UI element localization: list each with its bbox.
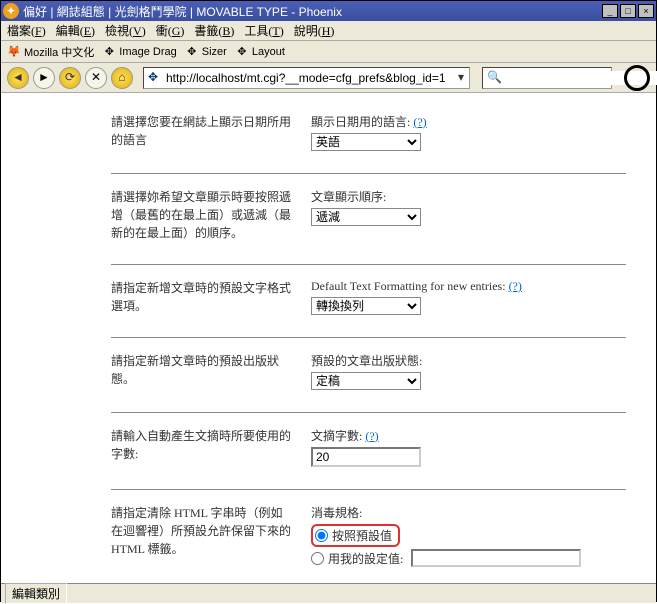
ext-imagedrag[interactable]: ✥Image Drag bbox=[102, 45, 176, 59]
url-dropdown[interactable]: ▾ bbox=[453, 70, 469, 85]
status-desc: 請指定新增文章時的預設出版狀態。 bbox=[111, 352, 311, 390]
excerpt-help[interactable]: (?) bbox=[365, 429, 378, 443]
ext-sizer[interactable]: ✥Sizer bbox=[185, 45, 227, 59]
menu-go[interactable]: 衝(G) bbox=[156, 22, 185, 39]
menu-view[interactable]: 檢視(V) bbox=[105, 22, 146, 39]
navbar: ◄ ► ⟳ ✕ ⌂ ✥ ▾ 🔍 bbox=[1, 63, 656, 93]
minimize-button[interactable]: _ bbox=[602, 4, 618, 18]
sanitize-opt1-label: 按照預設值 bbox=[332, 527, 392, 544]
app-icon: ✦ bbox=[3, 3, 19, 19]
sanitize-default-highlight: 按照預設值 bbox=[311, 524, 400, 547]
format-label: Default Text Formatting for new entries:… bbox=[311, 279, 626, 294]
sanitize-label: 消毒規格: bbox=[311, 504, 626, 521]
search-box[interactable]: 🔍 bbox=[482, 67, 612, 89]
order-label: 文章顯示順序: bbox=[311, 188, 626, 205]
sanitize-desc: 請指定清除 HTML 字串時（例如在迴響裡）所預設允許保留下來的 HTML 標籤… bbox=[111, 504, 311, 567]
sanitize-radio-default[interactable] bbox=[315, 529, 328, 542]
format-help[interactable]: (?) bbox=[509, 279, 522, 293]
extensions-toolbar: 🦊Mozilla 中文化 ✥Image Drag ✥Sizer ✥Layout bbox=[1, 41, 656, 63]
close-button[interactable]: × bbox=[638, 4, 654, 18]
stop-button[interactable]: ✕ bbox=[85, 67, 107, 89]
status-text: 編輯類別 bbox=[5, 583, 67, 604]
sanitize-radio-custom[interactable] bbox=[311, 552, 324, 565]
lang-select[interactable]: 英語 bbox=[311, 133, 421, 151]
menu-edit[interactable]: 編輯(E) bbox=[56, 22, 95, 39]
menubar: 檔案(F) 編輯(E) 檢視(V) 衝(G) 書籤(B) 工具(T) 說明(H) bbox=[1, 21, 656, 41]
sanitize-custom-input[interactable] bbox=[411, 549, 581, 567]
menu-file[interactable]: 檔案(F) bbox=[7, 22, 46, 39]
reload-button[interactable]: ⟳ bbox=[59, 67, 81, 89]
mozilla-icon: 🦊 bbox=[7, 45, 21, 59]
excerpt-label: 文摘字數: (?) bbox=[311, 427, 626, 444]
statusbar: 編輯類別 bbox=[1, 583, 656, 603]
url-input[interactable] bbox=[162, 71, 453, 85]
sizer-icon: ✥ bbox=[185, 45, 199, 59]
throbber-icon bbox=[624, 65, 650, 91]
excerpt-input[interactable] bbox=[311, 447, 421, 467]
site-icon: ✥ bbox=[144, 70, 162, 85]
menu-tools[interactable]: 工具(T) bbox=[244, 22, 283, 39]
menu-help[interactable]: 說明(H) bbox=[294, 22, 335, 39]
back-button[interactable]: ◄ bbox=[7, 67, 29, 89]
lang-desc: 請選擇您要在網誌上顯示日期所用的語言 bbox=[111, 113, 311, 151]
excerpt-desc: 請輸入自動產生文摘時所要使用的字數: bbox=[111, 427, 311, 467]
forward-button[interactable]: ► bbox=[33, 67, 55, 89]
lang-help[interactable]: (?) bbox=[413, 115, 426, 129]
order-select[interactable]: 遞減 bbox=[311, 208, 421, 226]
imagedrag-icon: ✥ bbox=[102, 45, 116, 59]
lang-label: 顯示日期用的語言: (?) bbox=[311, 113, 626, 130]
home-button[interactable]: ⌂ bbox=[111, 67, 133, 89]
content-area: 請選擇您要在網誌上顯示日期所用的語言 顯示日期用的語言: (?) 英語 請選擇妳… bbox=[1, 93, 656, 583]
format-desc: 請指定新增文章時的預設文字格式選項。 bbox=[111, 279, 311, 315]
search-icon: 🔍 bbox=[487, 70, 502, 85]
format-select[interactable]: 轉換換列 bbox=[311, 297, 421, 315]
address-bar[interactable]: ✥ ▾ bbox=[143, 67, 470, 89]
menu-bookmark[interactable]: 書籤(B) bbox=[194, 22, 234, 39]
maximize-button[interactable]: □ bbox=[620, 4, 636, 18]
status-select[interactable]: 定稿 bbox=[311, 372, 421, 390]
layout-icon: ✥ bbox=[235, 45, 249, 59]
ext-layout[interactable]: ✥Layout bbox=[235, 45, 285, 59]
status-label: 預設的文章出版狀態: bbox=[311, 352, 626, 369]
sanitize-opt2-label: 用我的設定值: bbox=[328, 550, 403, 567]
window-title: 偏好 | 網誌組態 | 光劍格鬥學院 | MOVABLE TYPE - Phoe… bbox=[23, 3, 602, 20]
ext-mozilla[interactable]: 🦊Mozilla 中文化 bbox=[7, 44, 94, 60]
order-desc: 請選擇妳希望文章顯示時要按照遞增（最舊的在最上面）或遞減（最新的在最上面）的順序… bbox=[111, 188, 311, 242]
